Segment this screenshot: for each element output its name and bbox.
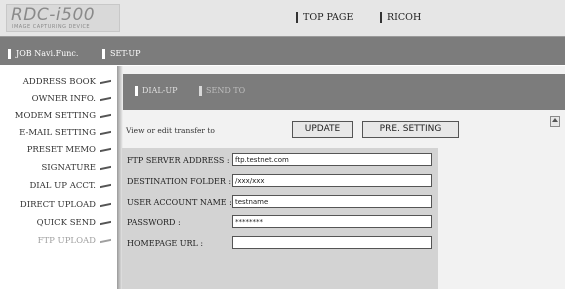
homepage-url-label: HOMEPAGE URL : xyxy=(127,239,204,248)
password-input[interactable]: ******** xyxy=(232,215,432,228)
sidebar-item-label: OWNER INFO. xyxy=(31,94,96,104)
sidebar-item-preset-memo[interactable]: PRESET MEMO xyxy=(27,144,111,156)
user-account-input[interactable]: testname xyxy=(232,195,432,208)
main-content: DIAL-UP SEND TO View or edit transfer to… xyxy=(117,66,565,289)
logo-title: RDC-i500 xyxy=(11,5,96,25)
ftp-settings-form: FTP SERVER ADDRESS : ftp.testnet.com DES… xyxy=(122,148,438,289)
sidebar-item-label: FTP UPLOAD xyxy=(37,236,96,246)
sub-tab-bar: DIAL-UP SEND TO xyxy=(123,74,565,110)
sidebar-item-label: DIRECT UPLOAD xyxy=(19,200,96,210)
sidebar-item-signature[interactable]: SIGNATURE xyxy=(41,162,111,174)
menu-line-icon xyxy=(100,238,111,244)
ftp-server-label: FTP SERVER ADDRESS : xyxy=(127,156,230,165)
sidebar-item-label: QUICK SEND xyxy=(36,218,96,228)
menu-line-icon xyxy=(100,113,111,119)
ricoh-link[interactable]: RICOH xyxy=(380,12,421,23)
sidebar-item-label: MODEM SETTING xyxy=(14,111,96,121)
scroll-up-arrow-icon xyxy=(552,118,558,122)
sidebar-item-label: ADDRESS BOOK xyxy=(22,77,96,87)
sidebar-item-owner-info[interactable]: OWNER INFO. xyxy=(32,93,111,105)
destination-folder-input[interactable]: /xxx/xxx xyxy=(232,174,432,187)
sidebar-item-quick-send[interactable]: QUICK SEND xyxy=(37,217,111,229)
sidebar-item-email-setting[interactable]: E-MAIL SETTING xyxy=(19,127,111,139)
nav-job-navi[interactable]: JOB Navi.Func. xyxy=(8,49,78,59)
homepage-url-input[interactable] xyxy=(232,236,432,249)
scroll-up-button[interactable] xyxy=(550,116,560,127)
menu-line-icon xyxy=(100,96,111,102)
sidebar-item-ftp-upload[interactable]: FTP UPLOAD xyxy=(38,235,111,247)
sidebar-item-modem-setting[interactable]: MODEM SETTING xyxy=(15,110,111,122)
main-nav-bar: JOB Navi.Func. SET-UP xyxy=(0,37,565,65)
sidebar-item-label: DIAL UP ACCT. xyxy=(29,181,96,191)
menu-line-icon xyxy=(100,147,111,153)
sidebar-item-label: PRESET MEMO xyxy=(26,145,96,155)
menu-line-icon xyxy=(100,202,111,208)
sidebar-menu: ADDRESS BOOK OWNER INFO. MODEM SETTING E… xyxy=(0,66,118,289)
password-label: PASSWORD : xyxy=(127,218,181,227)
nav-setup[interactable]: SET-UP xyxy=(102,49,140,59)
destination-folder-label: DESTINATION FOLDER : xyxy=(127,177,232,186)
top-page-link[interactable]: TOP PAGE xyxy=(296,12,353,23)
instruction-text: View or edit transfer to xyxy=(126,126,215,135)
menu-line-icon xyxy=(100,79,111,85)
sidebar-item-dial-up-acct[interactable]: DIAL UP ACCT. xyxy=(29,180,111,192)
menu-line-icon xyxy=(100,130,111,136)
user-account-label: USER ACCOUNT NAME : xyxy=(127,198,232,207)
tab-dial-up[interactable]: DIAL-UP xyxy=(135,86,178,96)
menu-line-icon xyxy=(100,220,111,226)
sidebar-item-label: SIGNATURE xyxy=(41,163,96,173)
menu-line-icon xyxy=(100,165,111,171)
tab-send-to[interactable]: SEND TO xyxy=(199,86,245,96)
preset-button[interactable]: PRE. SETTING xyxy=(362,121,459,138)
logo-subtitle: IMAGE CAPTURING DEVICE xyxy=(12,24,91,30)
sidebar-item-address-book[interactable]: ADDRESS BOOK xyxy=(23,76,111,88)
menu-line-icon xyxy=(100,183,111,189)
sidebar-item-direct-upload[interactable]: DIRECT UPLOAD xyxy=(20,199,111,211)
rdc-logo: RDC-i500 IMAGE CAPTURING DEVICE xyxy=(6,4,120,32)
ftp-server-input[interactable]: ftp.testnet.com xyxy=(232,153,432,166)
update-button[interactable]: UPDATE xyxy=(292,121,353,138)
app-header: RDC-i500 IMAGE CAPTURING DEVICE TOP PAGE… xyxy=(0,0,565,37)
sidebar-item-label: E-MAIL SETTING xyxy=(19,128,96,138)
